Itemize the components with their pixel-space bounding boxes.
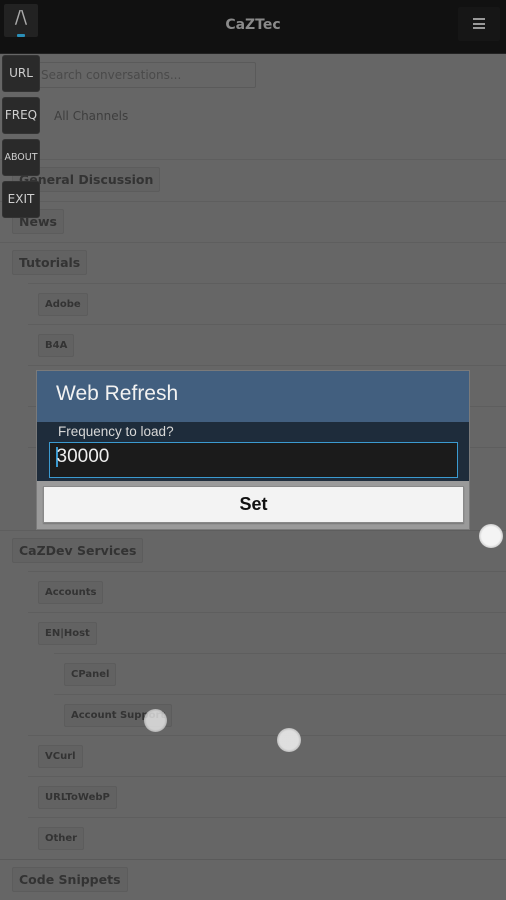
touch-indicator (479, 524, 503, 548)
channel-chip[interactable]: CPanel (64, 663, 117, 686)
exit-button[interactable]: EXIT (2, 181, 40, 218)
list-item[interactable]: URLToWebP (28, 776, 506, 817)
list-item[interactable]: EN|Host (28, 612, 506, 653)
logo-indicator (17, 34, 25, 37)
list-item[interactable]: Other (28, 817, 506, 858)
frequency-input[interactable]: 30000 (49, 442, 458, 478)
about-button[interactable]: ABOUT (2, 139, 40, 176)
all-channels-label[interactable]: All Channels (54, 109, 128, 123)
channel-chip[interactable]: VCurl (38, 745, 83, 768)
menu-button[interactable] (458, 7, 500, 41)
top-app-bar: /\ CaZTec (0, 0, 506, 54)
list-item[interactable]: CPanel (54, 653, 506, 694)
list-item[interactable]: Tutorials (0, 242, 506, 283)
touch-indicator (277, 728, 301, 752)
web-refresh-dialog: Web Refresh Frequency to load? 30000 Set (36, 370, 470, 530)
channel-chip[interactable]: Other (38, 827, 85, 850)
url-button[interactable]: URL (2, 55, 40, 92)
dialog-title: Web Refresh (56, 382, 179, 405)
channel-chip[interactable]: Accounts (38, 581, 104, 604)
search-input[interactable]: Search conversations... (36, 62, 256, 88)
list-item[interactable]: General Discussion (0, 159, 506, 201)
channel-chip[interactable]: Tutorials (12, 250, 88, 275)
list-item[interactable]: Adobe (28, 283, 506, 324)
frequency-prompt: Frequency to load? (58, 424, 174, 439)
channel-chip[interactable]: Adobe (38, 293, 88, 316)
set-button[interactable]: Set (43, 486, 464, 523)
app-title: CaZTec (225, 17, 281, 33)
list-item[interactable]: CaZDev Services (0, 530, 506, 571)
hamburger-menu-icon (473, 18, 485, 29)
frequency-value: 30000 (56, 446, 110, 467)
list-item[interactable]: Code Snippets (0, 859, 506, 900)
dialog-body: Frequency to load? 30000 (37, 422, 469, 481)
channel-chip[interactable]: Code Snippets (12, 867, 128, 892)
freq-button[interactable]: FREQ (2, 97, 40, 134)
channel-chip[interactable]: CaZDev Services (12, 538, 144, 563)
list-item[interactable]: Accounts (28, 571, 506, 612)
channel-chip[interactable]: B4A (38, 334, 75, 357)
touch-indicator (144, 709, 167, 732)
list-item[interactable]: B4A (28, 324, 506, 365)
list-item[interactable]: News (0, 201, 506, 242)
list-item[interactable]: VCurl (28, 735, 506, 776)
list-item[interactable]: Account Support (54, 694, 506, 735)
dialog-header: Web Refresh (37, 371, 469, 422)
channel-chip[interactable]: EN|Host (38, 622, 97, 645)
channel-chip[interactable]: URLToWebP (38, 786, 117, 809)
